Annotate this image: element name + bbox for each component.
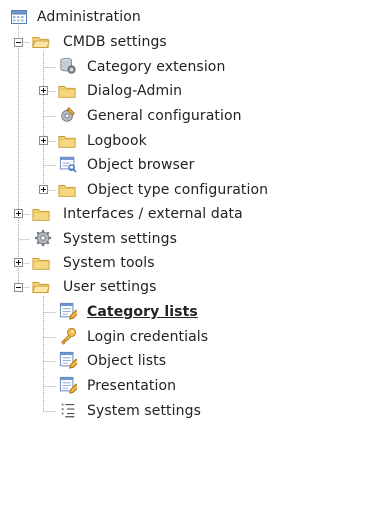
tree-node-label: System settings (63, 231, 177, 247)
tree-root-administration[interactable]: Administration (8, 6, 141, 28)
object-browser-icon (59, 156, 77, 173)
tree-node-label: Logbook (87, 133, 147, 149)
expand-toggle-interfaces[interactable] (14, 209, 23, 218)
list-lines-icon (61, 403, 75, 418)
tree-node-presentation[interactable]: Presentation (58, 375, 178, 397)
gear-icon (34, 229, 52, 247)
tree-node-login-credentials[interactable]: Login credentials (58, 326, 208, 348)
folder-icon (32, 258, 50, 270)
tree-node-label: General configuration (87, 108, 242, 124)
tree-node-user-system-settings[interactable]: System settings (58, 400, 208, 422)
tree-node-general-configuration[interactable]: General configuration (58, 105, 241, 127)
tree-node-label: Presentation (87, 378, 177, 394)
list-edit-icon (59, 302, 77, 320)
collapse-toggle-user-settings[interactable] (14, 283, 23, 292)
folder-icon (58, 86, 76, 98)
tree-node-system-settings[interactable]: System settings (32, 228, 182, 250)
tree-node-label: CMDB settings (63, 34, 167, 50)
tree-node-label: Dialog-Admin (87, 83, 183, 99)
expand-toggle-object-type-configuration[interactable] (39, 185, 48, 194)
expand-toggle-logbook[interactable] (39, 136, 48, 145)
tree-node-label: User settings (63, 279, 157, 295)
list-edit-icon (59, 351, 77, 369)
collapse-toggle-cmdb-settings[interactable] (14, 38, 23, 47)
tree-node-category-extension[interactable]: Category extension (58, 56, 228, 78)
tree-node-cmdb-settings[interactable]: CMDB settings (32, 31, 172, 53)
tree-node-label: Object type configuration (87, 182, 269, 198)
folder-icon (32, 209, 50, 221)
expand-toggle-system-tools[interactable] (14, 258, 23, 267)
tree-node-label: Login credentials (87, 329, 209, 345)
database-gear-icon (60, 57, 76, 74)
tree-root-label: Administration (37, 9, 141, 25)
calendar-admin-icon (11, 10, 27, 24)
tree-node-object-lists[interactable]: Object lists (58, 350, 178, 372)
tree-node-system-tools[interactable]: System tools (32, 252, 162, 274)
tree-node-interfaces-external-data[interactable]: Interfaces / external data (32, 203, 243, 225)
tree-node-label: System tools (63, 255, 155, 271)
list-edit-icon (59, 376, 77, 394)
tree-node-user-settings[interactable]: User settings (32, 276, 162, 298)
tree-node-label-selected: Category lists (87, 304, 198, 320)
tree-node-label: Object browser (87, 157, 195, 173)
key-icon (61, 327, 77, 345)
tree-node-label: Interfaces / external data (63, 206, 243, 222)
tree-node-dialog-admin[interactable]: Dialog-Admin (58, 80, 188, 102)
tree-node-logbook[interactable]: Logbook (58, 130, 158, 152)
tree-node-label: Category extension (87, 59, 226, 75)
tree-node-category-lists[interactable]: Category lists (58, 301, 198, 323)
tree-node-label: Object lists (87, 353, 167, 369)
admin-tree: Administration CMDB settings Category ex… (0, 0, 375, 529)
tree-node-label: System settings (87, 403, 201, 419)
tree-node-object-type-configuration[interactable]: Object type configuration (58, 179, 268, 201)
folder-open-icon (32, 282, 50, 293)
gear-pencil-icon (61, 107, 75, 122)
folder-open-icon (32, 37, 50, 48)
folder-icon (58, 136, 76, 148)
folder-icon (58, 185, 76, 197)
tree-node-object-browser[interactable]: Object browser (58, 154, 198, 176)
expand-toggle-dialog-admin[interactable] (39, 86, 48, 95)
